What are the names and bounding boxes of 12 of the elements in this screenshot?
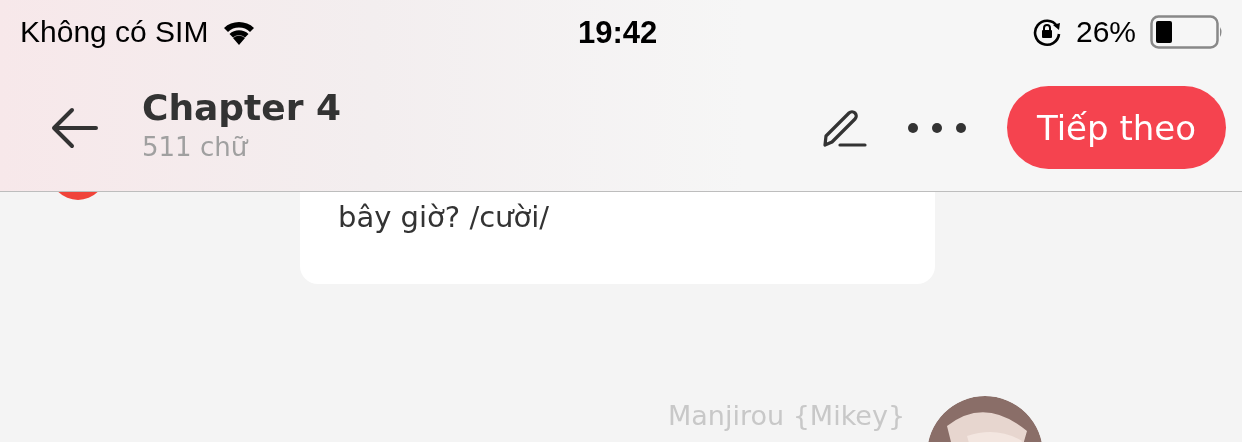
message-text: bây giờ? /cười/: [338, 200, 550, 234]
wifi-icon: [222, 19, 257, 45]
more-icon[interactable]: [906, 121, 967, 134]
next-button[interactable]: Tiếp theo: [1006, 86, 1226, 169]
word-count: 511 chữ: [142, 132, 250, 162]
back-button[interactable]: [50, 105, 100, 150]
battery-percent: 26%: [1075, 15, 1136, 49]
clock-time: 19:42: [578, 15, 658, 51]
rotation-lock-icon: [1031, 17, 1062, 47]
carrier-text: Không có SIM: [20, 15, 209, 49]
chapter-title: Chapter 4: [142, 87, 343, 128]
battery-icon: [1150, 15, 1224, 49]
